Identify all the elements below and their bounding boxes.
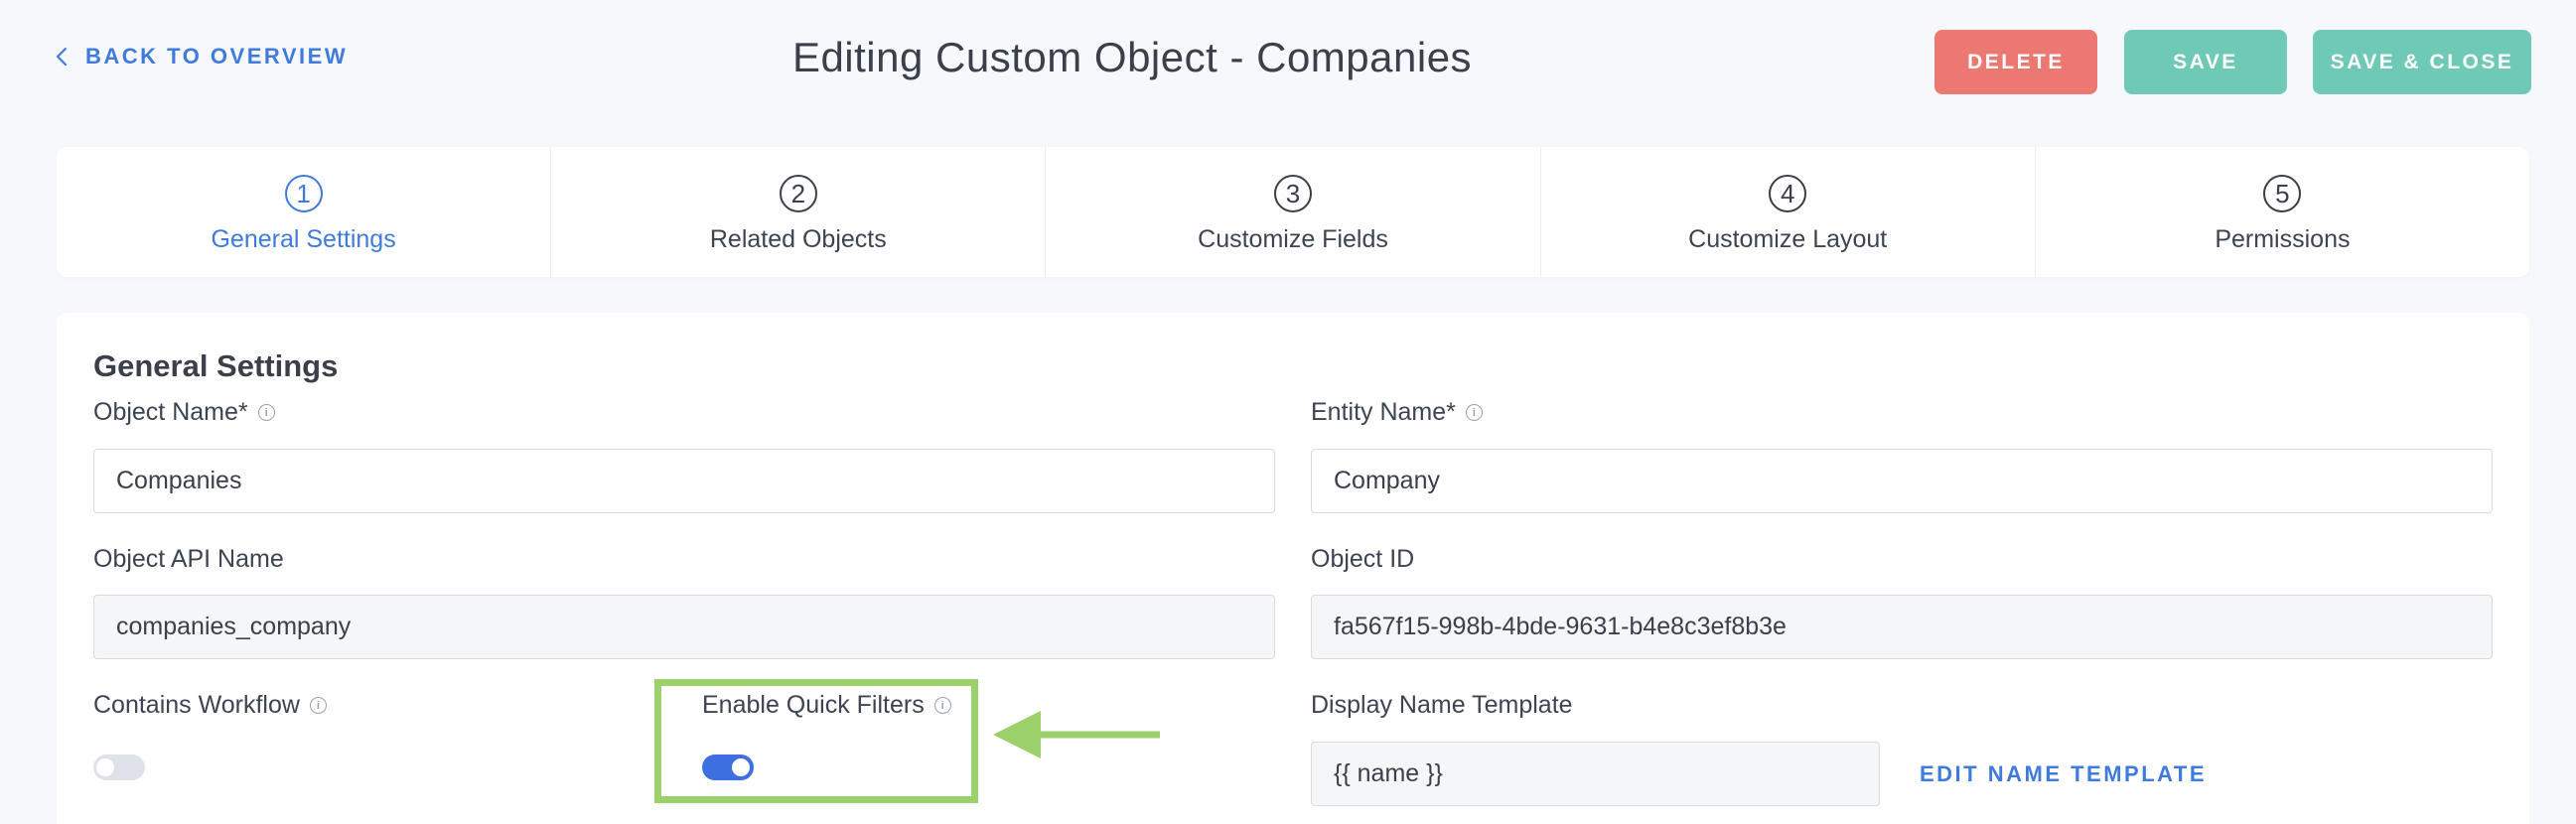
display-template-label: Display Name Template <box>1311 691 1573 720</box>
object-name-label: Object Name* i <box>93 398 275 427</box>
display-template-label-text: Display Name Template <box>1311 691 1573 719</box>
step-label: Permissions <box>2215 225 2351 253</box>
api-name-input: companies_company <box>93 595 1275 659</box>
entity-name-label-text: Entity Name* <box>1311 398 1456 426</box>
wizard-steps: 1 General Settings 2 Related Objects 3 C… <box>57 147 2529 277</box>
step-number: 4 <box>1769 175 1807 212</box>
step-customize-fields[interactable]: 3 Customize Fields <box>1046 147 1541 277</box>
save-button[interactable]: SAVE <box>2124 30 2287 94</box>
object-id-label: Object ID <box>1311 545 1414 574</box>
toggle-knob <box>96 758 114 776</box>
object-name-input[interactable]: Companies <box>93 449 1275 513</box>
display-template-input: {{ name }} <box>1311 742 1880 806</box>
contains-workflow-label-text: Contains Workflow <box>93 691 300 719</box>
info-icon[interactable]: i <box>257 404 275 421</box>
entity-name-input[interactable]: Company <box>1311 449 2493 513</box>
step-label: Related Objects <box>709 225 887 253</box>
api-name-label-text: Object API Name <box>93 545 284 573</box>
step-number: 5 <box>2263 175 2302 212</box>
step-number: 2 <box>779 175 817 212</box>
step-customize-layout[interactable]: 4 Customize Layout <box>1541 147 2036 277</box>
save-and-close-button[interactable]: SAVE & CLOSE <box>2313 30 2531 94</box>
step-general-settings[interactable]: 1 General Settings <box>57 147 552 277</box>
annotation-highlight-box <box>654 679 978 803</box>
step-number: 3 <box>1274 175 1312 212</box>
api-name-label: Object API Name <box>93 545 284 574</box>
step-label: Customize Layout <box>1688 225 1888 253</box>
contains-workflow-toggle[interactable] <box>93 755 145 780</box>
step-number: 1 <box>284 175 323 212</box>
contains-workflow-label: Contains Workflow i <box>93 691 327 720</box>
step-related-objects[interactable]: 2 Related Objects <box>551 147 1047 277</box>
info-icon[interactable]: i <box>309 697 327 714</box>
page-title: Editing Custom Object - Companies <box>791 34 1473 80</box>
step-permissions[interactable]: 5 Permissions <box>2036 147 2529 277</box>
entity-name-label: Entity Name* i <box>1311 398 1483 427</box>
arrow-left-icon <box>993 711 1160 758</box>
object-id-input: fa567f15-998b-4bde-9631-b4e8c3ef8b3e <box>1311 595 2493 659</box>
object-name-label-text: Object Name* <box>93 398 248 426</box>
step-label: General Settings <box>211 225 396 253</box>
info-icon[interactable]: i <box>1465 404 1483 421</box>
section-title: General Settings <box>93 348 339 383</box>
delete-button[interactable]: DELETE <box>1934 30 2097 94</box>
step-label: Customize Fields <box>1198 225 1388 253</box>
edit-name-template-link[interactable]: EDIT NAME TEMPLATE <box>1920 761 2207 787</box>
general-settings-panel: General Settings Object Name* i Companie… <box>57 313 2529 824</box>
object-id-label-text: Object ID <box>1311 545 1415 573</box>
page-header: BACK TO OVERVIEW Editing Custom Object -… <box>0 0 2576 124</box>
